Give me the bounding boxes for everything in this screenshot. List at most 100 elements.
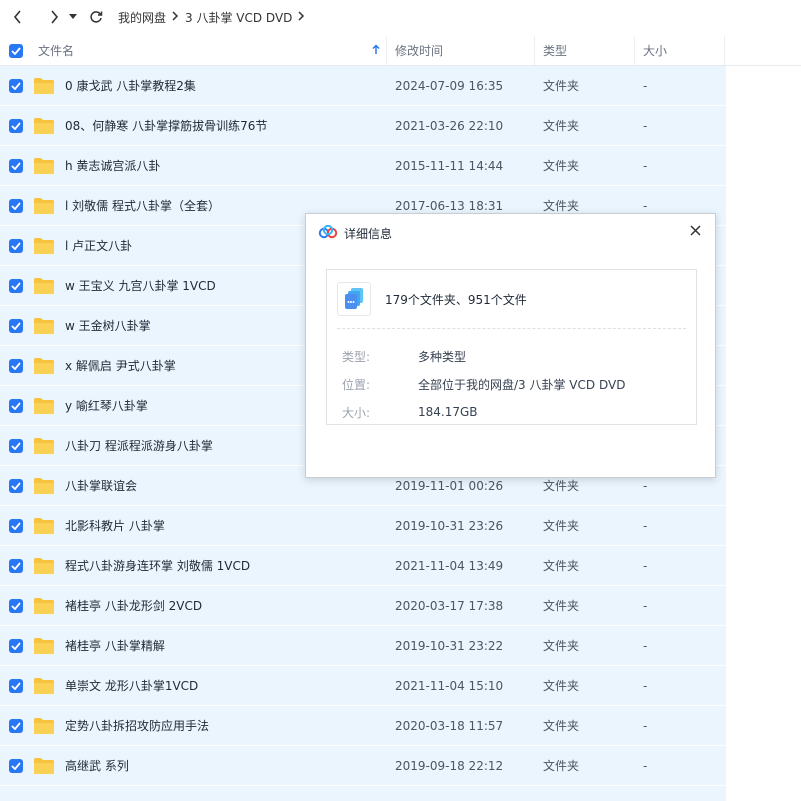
file-name[interactable]: y 喻红琴八卦掌 [65, 397, 148, 414]
row-checkbox[interactable] [0, 158, 32, 173]
dialog-title-bar[interactable]: 详细信息 [306, 214, 715, 252]
row-checkbox[interactable] [0, 358, 32, 373]
file-name[interactable]: w 王金树八卦掌 [65, 317, 151, 334]
checkbox-checked[interactable] [9, 638, 23, 653]
file-name[interactable]: l 卢正文八卦 [65, 237, 132, 254]
checkbox-checked[interactable] [9, 718, 23, 733]
row-checkbox[interactable] [0, 278, 32, 293]
table-row[interactable]: 高继武 系列 2019-09-18 22:12 文件夹 - [0, 746, 726, 786]
checkbox-checked[interactable] [9, 318, 23, 333]
select-all-checkbox[interactable] [0, 36, 32, 65]
checkbox-checked[interactable] [9, 438, 23, 453]
file-name-cell[interactable]: h 黄志诚宫派八卦 [32, 157, 395, 175]
file-name[interactable]: 08、何静寒 八卦掌撑筋拔骨训练76节 [65, 117, 267, 134]
file-name[interactable]: 高继武 系列 [65, 757, 129, 774]
details-card: 179个文件夹、951个文件 类型: 多种类型 位置: 全部位于我的网盘/3 八… [326, 269, 697, 425]
checkbox-checked[interactable] [9, 358, 23, 373]
file-name-cell[interactable]: 单崇文 龙形八卦掌1VCD [32, 677, 395, 695]
checkbox-checked[interactable] [9, 678, 23, 693]
table-row[interactable]: 单崇文 龙形八卦掌1VCD 2021-11-04 15:10 文件夹 - [0, 666, 726, 706]
file-name-cell[interactable]: 褚桂亭 八卦龙形剑 2VCD [32, 597, 395, 615]
row-checkbox[interactable] [0, 438, 32, 453]
table-row[interactable]: 褚桂亭 八卦掌精解 2019-10-31 23:22 文件夹 - [0, 626, 726, 666]
checkbox-checked[interactable] [9, 398, 23, 413]
row-checkbox[interactable] [0, 598, 32, 613]
checkbox-checked[interactable] [9, 238, 23, 253]
forward-button[interactable] [42, 5, 66, 29]
checkbox-checked[interactable] [9, 558, 23, 573]
file-name-cell[interactable]: 八卦掌联谊会 [32, 477, 395, 495]
file-name-cell[interactable]: 高继武 系列 [32, 757, 395, 775]
breadcrumb-separator-icon[interactable] [298, 10, 305, 24]
row-checkbox[interactable] [0, 638, 32, 653]
row-checkbox[interactable] [0, 718, 32, 733]
file-name[interactable]: 定势八卦拆招攻防应用手法 [65, 717, 209, 734]
table-row[interactable]: 褚桂亭 八卦龙形剑 2VCD 2020-03-17 17:38 文件夹 - [0, 586, 726, 626]
history-dropdown-button[interactable] [66, 5, 80, 29]
table-row[interactable]: h 黄志诚宫派八卦 2015-11-11 14:44 文件夹 - [0, 146, 726, 186]
checkbox-checked[interactable] [9, 598, 23, 613]
file-name[interactable]: 程式八卦游身连环掌 刘敬儒 1VCD [65, 557, 250, 574]
file-name[interactable]: x 解佩启 尹式八卦掌 [65, 357, 176, 374]
checkbox-checked[interactable] [9, 758, 23, 773]
file-name[interactable]: 0 康戈武 八卦掌教程2集 [65, 77, 196, 94]
file-name-cell[interactable]: 褚桂亭 八卦掌精解 [32, 637, 395, 655]
row-checkbox[interactable] [0, 318, 32, 333]
folder-icon [33, 437, 55, 455]
detail-location-label: 位置: [342, 377, 371, 392]
row-checkbox[interactable] [0, 558, 32, 573]
file-name[interactable]: 褚桂亭 八卦掌精解 [65, 637, 165, 654]
file-name[interactable]: l 刘敬儒 程式八卦掌（全套） [65, 197, 220, 214]
checkbox-checked[interactable] [9, 43, 23, 58]
column-header-type[interactable]: 类型 [535, 36, 635, 65]
checkbox-checked[interactable] [9, 118, 23, 133]
file-name-cell[interactable]: l 刘敬儒 程式八卦掌（全套） [32, 197, 395, 215]
file-name-cell[interactable]: 0 康戈武 八卦掌教程2集 [32, 77, 395, 95]
checkbox-checked[interactable] [9, 158, 23, 173]
row-checkbox[interactable] [0, 478, 32, 493]
row-checkbox[interactable] [0, 238, 32, 253]
checkbox-checked[interactable] [9, 198, 23, 213]
row-checkbox[interactable] [0, 518, 32, 533]
row-checkbox[interactable] [0, 678, 32, 693]
breadcrumb-current-folder[interactable]: 3 八卦掌 VCD DVD [185, 9, 292, 26]
arrow-up-icon[interactable] [372, 44, 380, 58]
folder-icon [33, 77, 55, 95]
column-header-name[interactable]: 文件名 [32, 36, 387, 65]
table-row[interactable] [0, 786, 726, 801]
back-button[interactable] [6, 5, 30, 29]
column-header-time[interactable]: 修改时间 [387, 36, 535, 65]
checkbox-checked[interactable] [9, 278, 23, 293]
column-header-size[interactable]: 大小 [635, 36, 725, 65]
table-row[interactable]: 程式八卦游身连环掌 刘敬儒 1VCD 2021-11-04 13:49 文件夹 - [0, 546, 726, 586]
file-name-cell[interactable]: 北影科教片 八卦掌 [32, 517, 395, 535]
table-row[interactable]: 北影科教片 八卦掌 2019-10-31 23:26 文件夹 - [0, 506, 726, 546]
file-name[interactable]: 单崇文 龙形八卦掌1VCD [65, 677, 198, 694]
breadcrumb-root[interactable]: 我的网盘 [118, 9, 166, 26]
table-row[interactable]: 0 康戈武 八卦掌教程2集 2024-07-09 16:35 文件夹 - [0, 66, 726, 106]
file-name[interactable]: 褚桂亭 八卦龙形剑 2VCD [65, 597, 202, 614]
file-name[interactable]: 八卦刀 程派程派游身八卦掌 [65, 437, 213, 454]
file-name-cell[interactable]: 08、何静寒 八卦掌撑筋拔骨训练76节 [32, 117, 395, 135]
row-checkbox[interactable] [0, 758, 32, 773]
refresh-button[interactable] [84, 5, 108, 29]
column-header-size-label: 大小 [643, 44, 668, 58]
table-row[interactable]: 08、何静寒 八卦掌撑筋拔骨训练76节 2021-03-26 22:10 文件夹 - [0, 106, 726, 146]
row-checkbox[interactable] [0, 118, 32, 133]
checkbox-checked[interactable] [9, 478, 23, 493]
file-name[interactable]: 八卦掌联谊会 [65, 477, 137, 494]
table-row[interactable]: 定势八卦拆招攻防应用手法 2020-03-18 11:57 文件夹 - [0, 706, 726, 746]
row-checkbox[interactable] [0, 398, 32, 413]
row-checkbox[interactable] [0, 78, 32, 93]
row-checkbox[interactable] [0, 198, 32, 213]
file-name-cell[interactable]: 程式八卦游身连环掌 刘敬儒 1VCD [32, 557, 395, 575]
checkmark-icon [11, 521, 21, 530]
close-button[interactable] [685, 220, 705, 240]
file-name[interactable]: 北影科教片 八卦掌 [65, 517, 165, 534]
file-size: - [643, 558, 648, 573]
file-name-cell[interactable]: 定势八卦拆招攻防应用手法 [32, 717, 395, 735]
checkbox-checked[interactable] [9, 518, 23, 533]
checkbox-checked[interactable] [9, 78, 23, 93]
file-name[interactable]: h 黄志诚宫派八卦 [65, 157, 160, 174]
file-name[interactable]: w 王宝义 九宫八卦掌 1VCD [65, 277, 216, 294]
